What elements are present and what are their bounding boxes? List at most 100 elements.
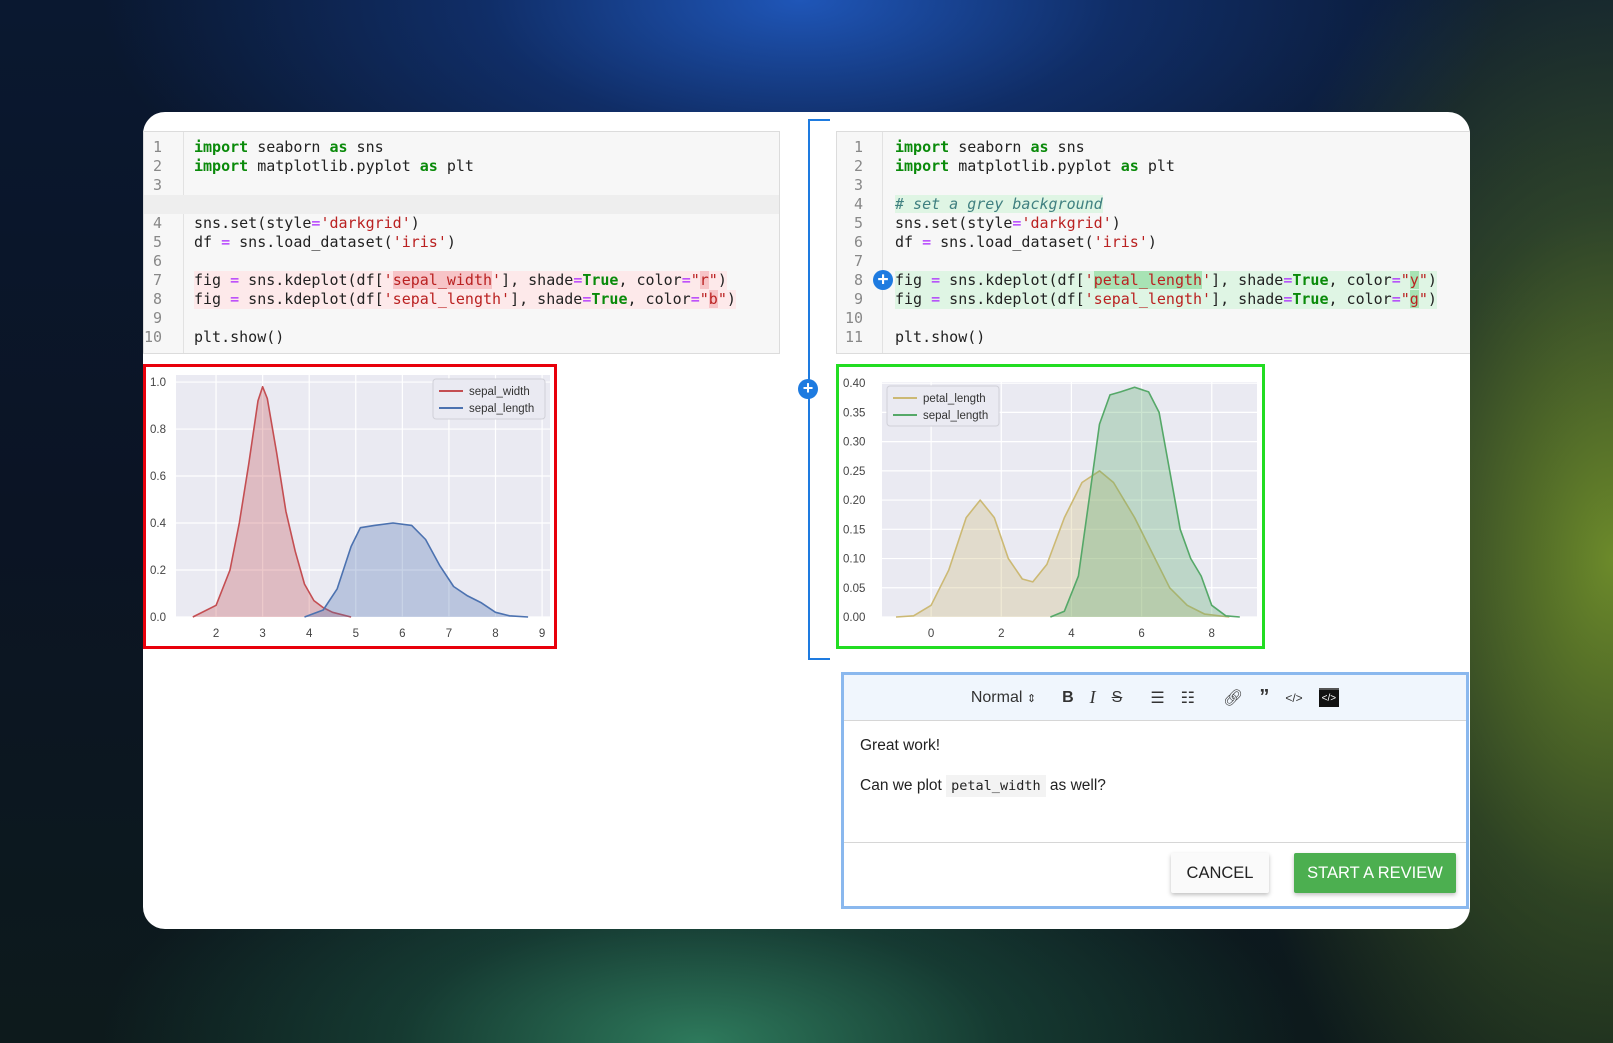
code-text: plt.show() — [194, 328, 284, 347]
ordered-list-icon[interactable]: ☰ — [1150, 688, 1164, 708]
code-token: fig — [895, 271, 932, 289]
bold-icon[interactable]: B — [1062, 689, 1074, 707]
code-token: petal_length — [1093, 271, 1203, 289]
format-select-value: Normal — [970, 688, 1023, 706]
x-tick-label: 8 — [492, 628, 498, 640]
code-token: 'iris' — [392, 233, 447, 251]
y-tick-label: 0.25 — [843, 466, 865, 478]
legend: petal_length sepal_length — [886, 385, 1000, 427]
code-token: " — [699, 290, 709, 308]
code-line: 2 import matplotlib.pyplot as plt — [144, 157, 779, 176]
code-token: " — [1418, 271, 1428, 289]
link-icon[interactable]: 🔗︎ — [1223, 688, 1243, 708]
x-tick-label: 6 — [399, 628, 405, 640]
code-text: import seaborn as sns — [895, 138, 1085, 157]
code-token: sns.kdeplot(df[ — [239, 271, 384, 289]
code-token: fig — [895, 290, 932, 308]
comment-textarea[interactable]: Great work! Can we plot petal_width as w… — [844, 721, 1466, 843]
quote-icon[interactable]: ” — [1259, 686, 1269, 709]
comment-paragraph: Great work! — [860, 737, 941, 754]
code-line: 7 — [837, 252, 1470, 271]
code-token: import — [895, 138, 950, 156]
code-token: = — [690, 290, 700, 308]
code-token: ' — [1202, 271, 1212, 289]
code-token: seaborn — [248, 138, 330, 156]
code-line: 3 — [837, 176, 1470, 195]
x-tick-label: 2 — [998, 628, 1004, 640]
code-token: plt.show() — [194, 328, 285, 346]
x-tick-label: 9 — [539, 628, 545, 640]
code-line: 1 import seaborn as sns — [837, 138, 1470, 157]
line-number: 8 — [152, 290, 162, 308]
cancel-button[interactable]: CANCEL — [1171, 853, 1269, 893]
format-select[interactable]: Normal ⇕ — [971, 689, 1036, 707]
code-text: df = sns.load_dataset('iris') — [194, 233, 456, 252]
add-comment-plus-icon[interactable]: + — [798, 379, 818, 399]
code-token: 'sepal_length' — [383, 290, 511, 308]
updown-icon: ⇕ — [1026, 692, 1037, 705]
code-text: fig = sns.kdeplot(df['sepal_length'], sh… — [194, 290, 736, 309]
kde-chart-svg: 0 2 4 6 8 0.00 0.05 0.10 0.15 0.20 0.25 0.30 0.35 0.4… — [843, 378, 1257, 640]
code-line: 3 — [144, 176, 779, 195]
code-token: as — [1030, 138, 1049, 156]
code-line: 4 sns.set(style='darkgrid') — [144, 214, 779, 233]
line-number: 10 — [844, 309, 863, 327]
modified-code-cell: 1 import seaborn as sns 2 import matplotlib… — [836, 131, 1470, 354]
code-text: sns.set(style='darkgrid') — [194, 214, 420, 233]
code-token: ) — [1427, 290, 1437, 308]
strikethrough-icon[interactable]: S — [1112, 689, 1123, 707]
italic-icon[interactable]: I — [1090, 687, 1096, 708]
bullet-list-icon[interactable]: ☷ — [1181, 688, 1195, 708]
code-token: import — [895, 157, 950, 175]
code-token: ) — [410, 214, 420, 232]
code-text: fig = sns.kdeplot(df['petal_length'], sh… — [895, 271, 1437, 290]
code-token: b — [708, 290, 718, 308]
x-tick-label: 4 — [306, 628, 313, 640]
x-tick-label: 5 — [353, 628, 359, 640]
code-token: = — [681, 271, 691, 289]
code-token: True — [1292, 271, 1329, 289]
line-number: 4 — [152, 214, 162, 232]
line-number: 2 — [152, 157, 162, 175]
code-token: 'iris' — [1093, 233, 1148, 251]
code-token: = — [230, 271, 240, 289]
start-review-button[interactable]: START A REVIEW — [1294, 853, 1456, 893]
code-line: 11 plt.show() — [837, 328, 1470, 347]
code-token: = — [573, 271, 583, 289]
modified-output-chart: 0 2 4 6 8 0.00 0.05 0.10 0.15 0.20 0.25 0.30 0.35 0.4… — [836, 364, 1265, 649]
code-token: ) — [446, 233, 456, 251]
line-number: 7 — [853, 252, 863, 270]
code-icon[interactable]: </> — [1285, 691, 1302, 705]
code-text: df = sns.load_dataset('iris') — [895, 233, 1157, 252]
line-number: 1 — [853, 138, 863, 156]
code-token: y — [1409, 271, 1419, 289]
code-token: r — [699, 271, 709, 289]
code-token: ], shade — [501, 271, 574, 289]
line-number: 8 — [853, 271, 863, 289]
original-code-cell: 1 import seaborn as sns 2 import matplotlib… — [143, 131, 780, 354]
code-line: 5 df = sns.load_dataset('iris') — [144, 233, 779, 252]
legend-label: sepal_length — [469, 403, 534, 415]
code-token: sns.load_dataset( — [931, 233, 1094, 251]
code-token: sepal_width — [392, 271, 493, 289]
line-number: 4 — [853, 195, 863, 213]
code-token: 'darkgrid' — [1021, 214, 1112, 232]
code-token: 'sepal_length' — [1084, 290, 1212, 308]
code-line: 8 fig = sns.kdeplot(df['petal_length'], s… — [837, 270, 1470, 290]
code-block-icon[interactable]: </> — [1318, 688, 1340, 707]
line-number: 3 — [853, 176, 863, 194]
code-text: # set a grey background — [895, 195, 1103, 214]
code-token: sns.kdeplot(df[ — [239, 290, 384, 308]
code-token: " — [690, 271, 700, 289]
code-line: 10 plt.show() — [144, 328, 779, 347]
code-token: , color — [627, 290, 691, 308]
code-token: " — [1400, 271, 1410, 289]
code-gap-row — [144, 195, 779, 214]
y-tick-label: 0.00 — [843, 612, 865, 624]
add-line-comment-plus-icon[interactable]: + — [873, 270, 893, 290]
code-token: ) — [717, 271, 727, 289]
code-token: " — [708, 271, 718, 289]
y-tick-label: 0.4 — [150, 518, 167, 530]
line-number: 11 — [844, 328, 863, 346]
code-line: 5 sns.set(style='darkgrid') — [837, 214, 1470, 233]
